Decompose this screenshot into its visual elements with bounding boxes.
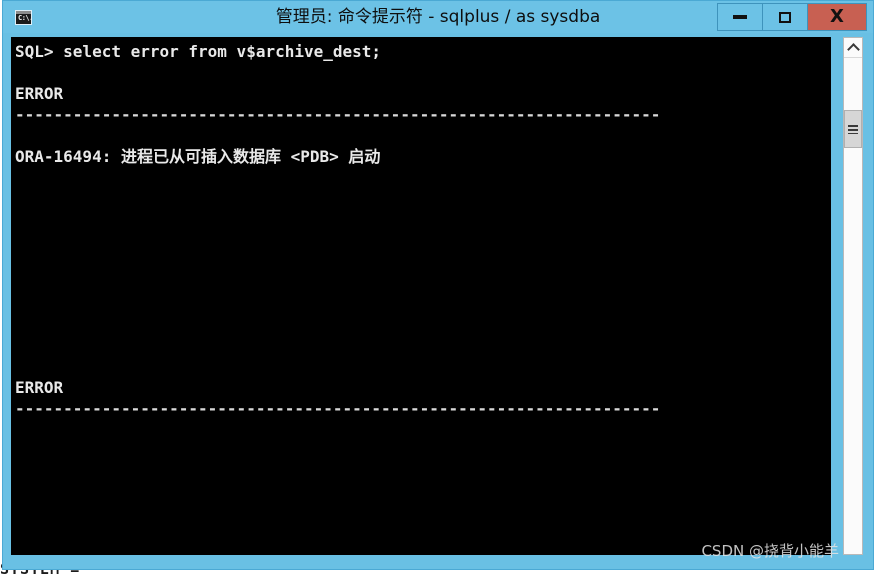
close-icon: X — [830, 6, 844, 27]
console-line: ORA-16494: 进程已从可插入数据库 <PDB> 启动 — [15, 147, 381, 166]
scroll-up-arrow[interactable] — [844, 38, 862, 58]
console-line: ERROR — [15, 84, 64, 103]
close-button[interactable]: X — [807, 3, 867, 31]
maximize-icon — [779, 11, 791, 23]
icon-prompt-glyph: C:\. — [18, 14, 33, 22]
maximize-button[interactable] — [762, 3, 807, 31]
console-line: ERROR — [15, 378, 64, 397]
desktop-background: SYSTEM = C:\. 管理员: 命令提示符 - sqlplus / as … — [0, 0, 878, 576]
window-controls[interactable]: X — [717, 3, 867, 31]
vertical-scrollbar[interactable] — [843, 37, 863, 555]
scroll-thumb[interactable] — [844, 110, 862, 148]
chevron-up-icon — [846, 42, 860, 56]
console-output-area[interactable]: SQL> select error from v$archive_dest; E… — [11, 37, 831, 555]
command-prompt-window[interactable]: C:\. 管理员: 命令提示符 - sqlplus / as sysdba X … — [2, 0, 874, 570]
scroll-thumb-grip-icon — [848, 124, 858, 134]
minimize-button[interactable] — [717, 3, 762, 31]
console-text: SQL> select error from v$archive_dest; E… — [15, 41, 827, 555]
console-line: SQL> select error from v$archive_dest; — [15, 42, 382, 61]
minimize-icon — [733, 15, 747, 19]
cmd-console-icon: C:\. — [15, 10, 33, 25]
console-line: ----------------------------------------… — [15, 399, 661, 418]
title-bar[interactable]: C:\. 管理员: 命令提示符 - sqlplus / as sysdba X — [3, 1, 873, 33]
console-line: ----------------------------------------… — [15, 105, 661, 124]
